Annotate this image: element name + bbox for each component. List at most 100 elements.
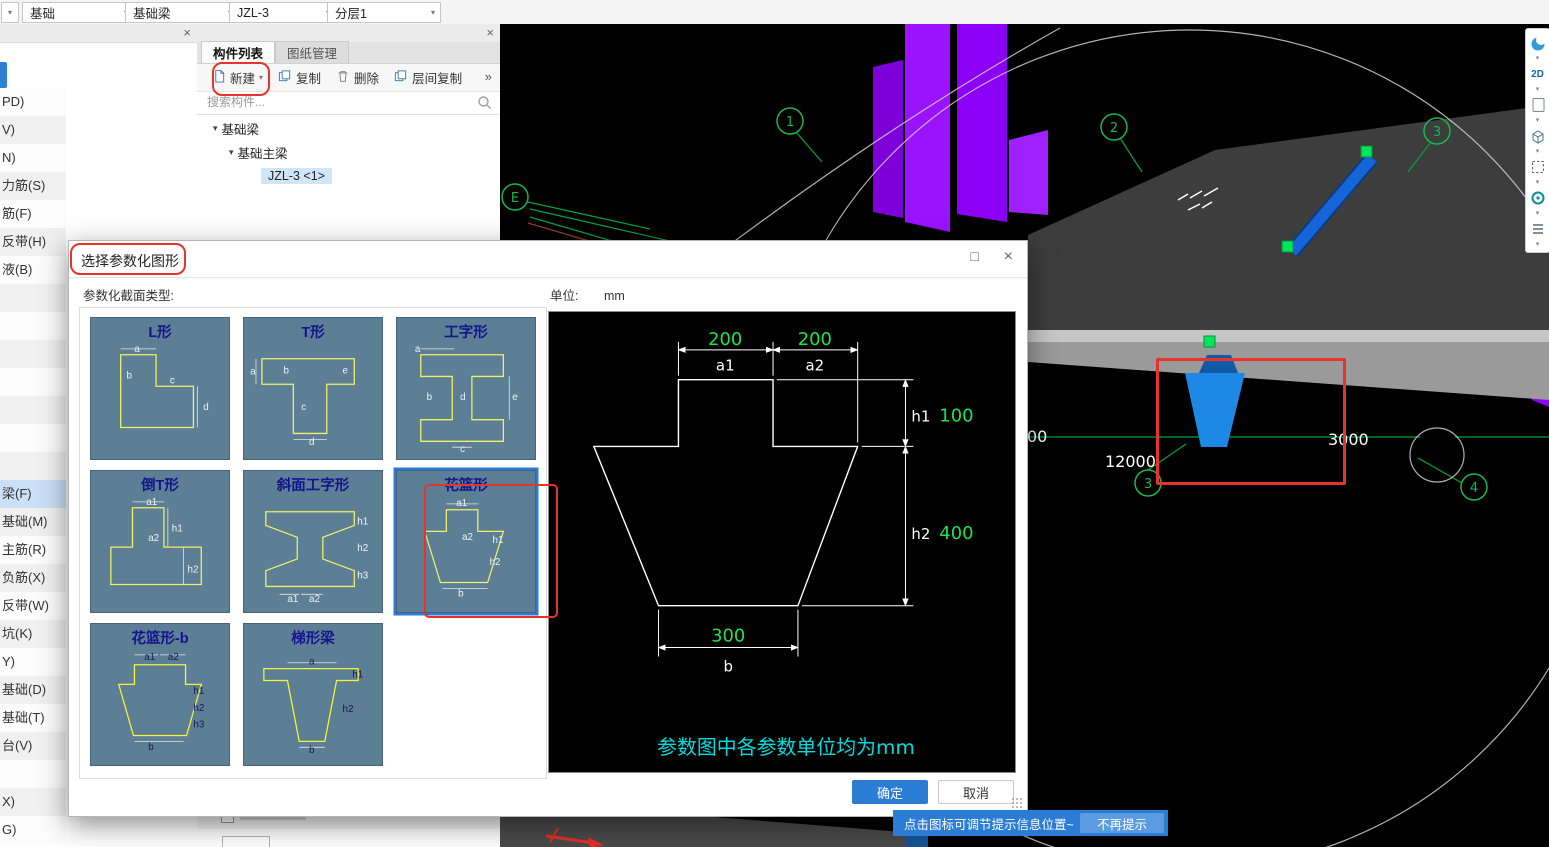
dismiss-button[interactable]: 不再提示	[1080, 813, 1164, 833]
tab-drawing-management[interactable]: 图纸管理	[275, 41, 350, 63]
resize-grip[interactable]	[1011, 797, 1024, 809]
component-type-item[interactable]: 反带(W)	[0, 592, 66, 620]
component-type-item[interactable]	[0, 452, 66, 480]
tab-component-list[interactable]: 构件列表	[201, 41, 276, 63]
combo-subcategory[interactable]: 基础梁▾	[125, 2, 238, 23]
component-type-item[interactable]: 基础(D)	[0, 676, 66, 704]
section-card-3[interactable]: 工字形 a e b d c	[396, 317, 536, 460]
param-label: d	[203, 402, 208, 413]
section-thumbnail: a b e c d	[250, 358, 355, 448]
component-type-item[interactable]: 基础(T)	[0, 704, 66, 732]
section-card-title: 梯形梁	[291, 631, 335, 647]
component-type-label: 基础(D)	[2, 682, 47, 697]
marquee-icon[interactable]	[1526, 156, 1549, 178]
new-button[interactable]: 新建 ▾	[213, 68, 263, 87]
cancel-button[interactable]: 取消	[938, 780, 1014, 804]
component-type-item[interactable]: 液(B)	[0, 256, 66, 284]
svg-text:1: 1	[786, 115, 794, 130]
tree-node[interactable]: JZL-3 <1>	[197, 164, 500, 188]
combo-value: JZL-3	[237, 5, 269, 20]
section-card-title: L形	[148, 325, 172, 341]
param-label: d	[460, 392, 465, 403]
chevron-down-icon[interactable]: ▾	[1536, 85, 1540, 94]
mini-box	[222, 836, 270, 847]
component-type-item[interactable]: 基础(M)	[0, 508, 66, 536]
more-button[interactable]: »	[485, 69, 492, 84]
component-type-item[interactable]: 坑(K)	[0, 620, 66, 648]
dialog-header: 选择参数化图形 □ ×	[69, 241, 1027, 278]
component-type-item[interactable]	[0, 396, 66, 424]
section-card-6[interactable]: 花篮形 a1 a2 h1 h2 b	[396, 470, 536, 613]
view-toolbar: ▾ 2D ▾ ▾ ▾ ▾ ▾ ▾	[1525, 28, 1549, 253]
component-type-label: 筋(F)	[2, 206, 32, 221]
section-card-grid: L形 a b c d T形 a b e c d 工字形 a e b d c 倒T形 a1 a2 h1 h2 斜面工字形 h1 h…	[79, 307, 547, 779]
sheet-icon[interactable]	[1526, 94, 1549, 116]
param-label: b	[309, 745, 315, 756]
component-type-item[interactable]	[0, 760, 66, 788]
combo-category[interactable]: 基础▾	[22, 2, 134, 23]
component-type-item[interactable]	[0, 424, 66, 452]
close-icon[interactable]: ×	[1004, 248, 1013, 266]
param-label: a2	[309, 594, 320, 605]
chevron-down-icon[interactable]: ▾	[1536, 178, 1540, 187]
component-type-item[interactable]: 台(V)	[0, 732, 66, 760]
component-type-item[interactable]: V)	[0, 116, 66, 144]
chevron-down-icon[interactable]: ▾	[1536, 147, 1540, 156]
chevron-down-icon[interactable]: ▾	[1536, 209, 1540, 218]
section-thumbnail: a h1 h2 b	[263, 657, 363, 756]
mini-combo[interactable]: ▾	[1, 2, 19, 23]
close-icon[interactable]: ×	[486, 25, 494, 41]
param-label: a2	[462, 532, 473, 543]
section-card-4[interactable]: 倒T形 a1 a2 h1 h2	[90, 470, 230, 613]
component-type-item[interactable]: Y)	[0, 648, 66, 676]
tree-node[interactable]: ▾ 基础主梁	[197, 140, 500, 164]
unit-label: 单位:	[550, 289, 579, 303]
ok-button[interactable]: 确定	[852, 780, 928, 804]
component-type-item[interactable]: X)	[0, 788, 66, 816]
close-icon[interactable]: ×	[183, 25, 191, 41]
component-type-item[interactable]: 筋(F)	[0, 200, 66, 228]
component-type-item[interactable]: 力筋(S)	[0, 172, 66, 200]
layer-copy-button[interactable]: 层间复制	[394, 68, 462, 87]
delete-button[interactable]: 删除	[336, 68, 379, 87]
view-2d-icon[interactable]: 2D	[1526, 63, 1549, 85]
combo-layer[interactable]: 分层1 ▾	[327, 2, 441, 23]
search-icon	[477, 95, 492, 113]
section-card-5[interactable]: 斜面工字形 h1 h2 h3 a1 a2	[243, 470, 383, 613]
collapsed-tab-handle[interactable]	[0, 62, 7, 88]
component-type-item[interactable]	[0, 312, 66, 340]
param-label: a	[415, 344, 421, 355]
section-card-1[interactable]: L形 a b c d	[90, 317, 230, 460]
tree-node[interactable]: ▾ 基础梁	[197, 116, 500, 140]
component-type-item[interactable]: 主筋(R)	[0, 536, 66, 564]
chevron-down-icon[interactable]: ▾	[1536, 240, 1540, 249]
component-type-item[interactable]: G)	[0, 816, 66, 844]
chevron-down-icon[interactable]: ▾	[1536, 116, 1540, 125]
component-type-item[interactable]: 梁(F)	[0, 480, 66, 508]
target-icon[interactable]	[1526, 187, 1549, 209]
component-type-item[interactable]: 负筋(X)	[0, 564, 66, 592]
combo-element[interactable]: JZL-3▾	[229, 2, 336, 23]
new-button-label: 新建	[230, 72, 256, 86]
cube-icon[interactable]	[1526, 125, 1549, 147]
left-panel-header: ×	[0, 24, 197, 43]
chevron-down-icon: ▾	[7, 7, 12, 17]
copy-button[interactable]: 复制	[278, 68, 321, 87]
component-type-item[interactable]: N)	[0, 144, 66, 172]
section-card-2[interactable]: T形 a b e c d	[243, 317, 383, 460]
tree-expand-icon[interactable]: ▾	[229, 147, 234, 158]
component-type-item[interactable]	[0, 284, 66, 312]
section-card-7[interactable]: 花篮形-b a1 a2 h1 h2 h3 b	[90, 623, 230, 766]
component-type-item[interactable]: PD)	[0, 88, 66, 116]
component-type-item[interactable]	[0, 340, 66, 368]
search-input[interactable]	[205, 94, 469, 110]
orbit-icon[interactable]	[1526, 32, 1549, 54]
layers-icon[interactable]	[1526, 218, 1549, 240]
section-card-8[interactable]: 梯形梁 a h1 h2 b	[243, 623, 383, 766]
component-type-item[interactable]	[0, 368, 66, 396]
chevron-down-icon[interactable]: ▾	[1536, 54, 1540, 63]
maximize-icon[interactable]: □	[971, 248, 979, 264]
tree-expand-icon[interactable]: ▾	[213, 123, 218, 134]
component-type-label: 力筋(S)	[2, 178, 46, 193]
component-type-item[interactable]: 反带(H)	[0, 228, 66, 256]
